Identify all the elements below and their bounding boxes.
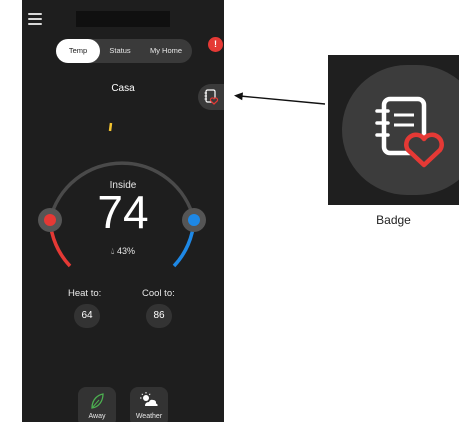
current-temperature: 74 bbox=[97, 186, 149, 238]
current-temp-indicator bbox=[108, 122, 113, 132]
droplet-icon: 💧︎ bbox=[110, 246, 115, 256]
hamburger-menu-icon[interactable] bbox=[28, 13, 42, 25]
tab-temp[interactable]: Temp bbox=[56, 39, 100, 63]
notebook-heart-icon-large bbox=[375, 96, 444, 168]
weather-label: Weather bbox=[135, 413, 163, 420]
humidity-value: 43% bbox=[117, 246, 136, 256]
away-button[interactable]: Away bbox=[78, 387, 116, 422]
tab-status[interactable]: Status bbox=[100, 39, 140, 63]
app-screen: Temp Status My Home ! Casa Inside 74 💧︎ bbox=[22, 0, 224, 422]
humidity-readout: 💧︎ 43% bbox=[22, 246, 224, 257]
notebook-heart-icon bbox=[204, 89, 219, 105]
title-bar bbox=[76, 11, 170, 27]
tab-my-home[interactable]: My Home bbox=[140, 39, 192, 63]
badge-button[interactable] bbox=[198, 84, 224, 110]
location-name: Casa bbox=[111, 83, 135, 94]
leaf-icon bbox=[91, 393, 104, 409]
callout-label: Badge bbox=[376, 213, 411, 227]
heat-to-label: Heat to: bbox=[68, 288, 102, 299]
notification-badge: ! bbox=[208, 37, 223, 52]
callout-badge-button bbox=[342, 65, 459, 195]
cool-setpoint-value[interactable]: 86 bbox=[146, 304, 172, 328]
badge-callout bbox=[328, 55, 459, 205]
weather-button[interactable]: Weather bbox=[130, 387, 168, 422]
heat-setpoint-value[interactable]: 64 bbox=[74, 304, 100, 328]
away-label: Away bbox=[88, 413, 106, 420]
tab-bar: Temp Status My Home bbox=[56, 39, 192, 63]
weather-icon bbox=[140, 392, 158, 406]
cool-to-label: Cool to: bbox=[142, 288, 175, 299]
